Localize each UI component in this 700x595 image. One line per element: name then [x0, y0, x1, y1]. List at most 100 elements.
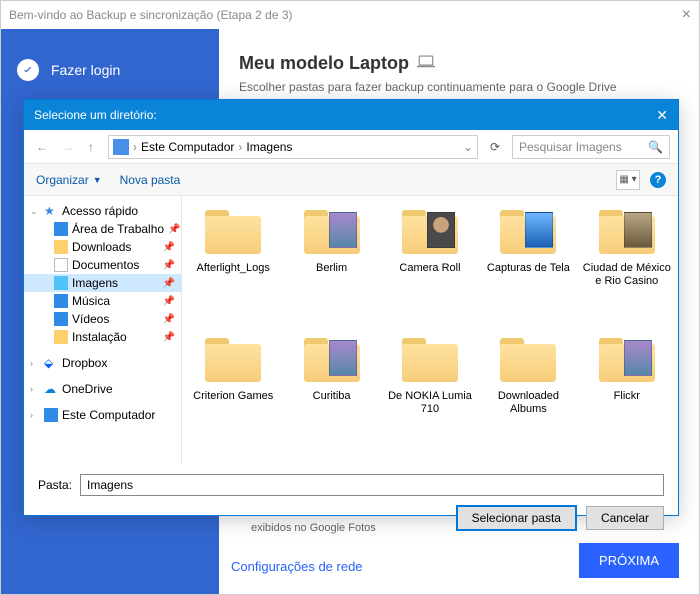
folder-icon	[54, 240, 68, 254]
tree-item-downloads[interactable]: Downloads📌	[24, 238, 181, 256]
folder-grid: Afterlight_Logs Berlim Camera Roll Capturas…	[182, 196, 678, 464]
video-icon	[54, 312, 68, 326]
folder-label: Curitiba	[313, 390, 351, 403]
tree-this-pc[interactable]: › Este Computador	[24, 406, 181, 424]
tree-item-música[interactable]: Música📌	[24, 292, 181, 310]
tree-item-vídeos[interactable]: Vídeos📌	[24, 310, 181, 328]
folder-item[interactable]: Criterion Games	[186, 334, 280, 454]
step-login-label: Fazer login	[51, 62, 120, 78]
pin-icon: 📌	[168, 224, 180, 235]
folder-item[interactable]: Curitiba	[284, 334, 378, 454]
folder-label: Afterlight_Logs	[197, 262, 270, 275]
folder-item[interactable]: Capturas de Tela	[481, 206, 575, 326]
help-icon[interactable]: ?	[650, 172, 666, 188]
expand-icon[interactable]: ›	[30, 410, 40, 420]
tree-item-área-de-trabalho[interactable]: Área de Trabalho📌	[24, 220, 181, 238]
folder-label: De NOKIA Lumia 710	[385, 390, 475, 416]
organize-menu[interactable]: Organizar ▼	[36, 173, 102, 187]
cancel-button[interactable]: Cancelar	[586, 506, 664, 530]
tree-item-instalação[interactable]: Instalação📌	[24, 328, 181, 346]
collapse-icon[interactable]: ⌄	[30, 206, 40, 217]
select-folder-button[interactable]: Selecionar pasta	[457, 506, 576, 530]
folder-icon	[202, 206, 264, 258]
folder-item[interactable]: Ciudad de México e Rio Casino	[580, 206, 674, 326]
docs-icon	[54, 258, 68, 272]
folder-icon	[399, 206, 461, 258]
network-settings-link[interactable]: Configurações de rede	[231, 559, 363, 574]
pin-icon: 📌	[163, 332, 175, 343]
nav-back-icon[interactable]: ←	[32, 138, 52, 156]
desktop-icon	[54, 222, 68, 236]
pc-icon	[113, 139, 129, 155]
pasta-input[interactable]	[80, 474, 664, 496]
monitor-icon	[44, 408, 58, 422]
dialog-nav-bar: ← → ↑ › Este Computador › Imagens ⌄ ⟳ Pe…	[24, 130, 678, 164]
tree-quick-access[interactable]: ⌄ ★ Acesso rápido	[24, 202, 181, 220]
view-mode-button[interactable]: ▦ ▾	[616, 170, 640, 190]
breadcrumb[interactable]: › Este Computador › Imagens ⌄	[108, 135, 478, 159]
pictures-icon	[54, 276, 68, 290]
folder-tree: ⌄ ★ Acesso rápido Área de Trabalho📌Downl…	[24, 196, 182, 464]
refresh-icon[interactable]: ⟳	[484, 138, 506, 156]
expand-icon[interactable]: ›	[30, 358, 40, 368]
tree-dropbox[interactable]: › ⬙ Dropbox	[24, 354, 181, 372]
folder-item[interactable]: Berlim	[284, 206, 378, 326]
pin-icon: 📌	[163, 278, 175, 289]
pin-icon: 📌	[163, 296, 175, 307]
music-icon	[54, 294, 68, 308]
star-icon: ★	[44, 204, 58, 218]
search-input[interactable]: Pesquisar Imagens 🔍	[512, 135, 670, 159]
window-close-icon[interactable]: ×	[682, 6, 691, 24]
new-folder-button[interactable]: Nova pasta	[120, 173, 181, 187]
folder-icon	[497, 334, 559, 386]
tree-onedrive[interactable]: › ☁ OneDrive	[24, 380, 181, 398]
dialog-close-icon[interactable]: ✕	[656, 107, 668, 124]
tree-item-imagens[interactable]: Imagens📌	[24, 274, 181, 292]
page-title: Meu modelo Laptop	[239, 53, 679, 74]
dialog-title: Selecione um diretório:	[34, 108, 157, 122]
breadcrumb-root[interactable]: Este Computador	[141, 140, 234, 154]
expand-icon[interactable]: ›	[30, 384, 40, 394]
folder-item[interactable]: Camera Roll	[383, 206, 477, 326]
dialog-toolbar: Organizar ▼ Nova pasta ▦ ▾ ?	[24, 164, 678, 196]
folder-label: Ciudad de México e Rio Casino	[582, 262, 672, 288]
next-button[interactable]: PRÓXIMA	[579, 543, 679, 578]
laptop-icon	[417, 53, 435, 74]
folder-icon	[596, 206, 658, 258]
breadcrumb-current[interactable]: Imagens	[246, 140, 292, 154]
search-placeholder: Pesquisar Imagens	[519, 140, 622, 154]
folder-item[interactable]: Afterlight_Logs	[186, 206, 280, 326]
chevron-right-icon: ›	[238, 140, 242, 154]
pin-icon: 📌	[163, 314, 175, 325]
dialog-titlebar: Selecione um diretório: ✕	[24, 100, 678, 130]
step-login: Fazer login	[17, 59, 203, 81]
folder-icon	[301, 334, 363, 386]
search-icon: 🔍	[648, 140, 663, 154]
check-icon	[17, 59, 39, 81]
folder-item[interactable]: Flickr	[580, 334, 674, 454]
tree-item-documentos[interactable]: Documentos📌	[24, 256, 181, 274]
folder-label: Flickr	[614, 390, 640, 403]
dialog-footer: Pasta: Selecionar pasta Cancelar	[24, 464, 678, 540]
folder-label: Downloaded Albums	[483, 390, 573, 416]
folder-item[interactable]: Downloaded Albums	[481, 334, 575, 454]
nav-up-icon[interactable]: ↑	[84, 138, 98, 156]
nav-arrows: ← → ↑	[32, 138, 98, 156]
folder-icon	[301, 206, 363, 258]
folder-icon	[596, 334, 658, 386]
breadcrumb-dropdown-icon[interactable]: ⌄	[463, 140, 473, 154]
folder-item[interactable]: De NOKIA Lumia 710	[383, 334, 477, 454]
dropbox-icon: ⬙	[44, 356, 58, 370]
pin-icon: 📌	[163, 242, 175, 253]
folder-label: Capturas de Tela	[487, 262, 570, 275]
folder-label: Camera Roll	[399, 262, 460, 275]
folder-label: Berlim	[316, 262, 347, 275]
folder-icon	[202, 334, 264, 386]
folder-icon	[54, 330, 68, 344]
nav-forward-icon[interactable]: →	[58, 138, 78, 156]
page-subtitle: Escolher pastas para fazer backup contin…	[239, 80, 679, 94]
window-title: Bem-vindo ao Backup e sincronização (Eta…	[9, 8, 293, 22]
folder-label: Criterion Games	[193, 390, 273, 403]
window-titlebar: Bem-vindo ao Backup e sincronização (Eta…	[1, 1, 699, 29]
folder-icon	[399, 334, 461, 386]
